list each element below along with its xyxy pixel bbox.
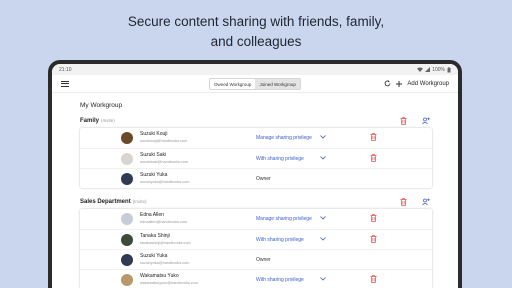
owner-label: Owner bbox=[256, 257, 271, 263]
group-member-card: Edna Allen ednaallen@handbooks.com Manage… bbox=[80, 209, 432, 288]
status-bar: 21:10 100% bbox=[52, 64, 458, 75]
workgroup-tabs: Owned Workgroup Joined Workgroup bbox=[209, 78, 301, 90]
privilege-dropdown[interactable]: With sharing privilege bbox=[256, 237, 304, 243]
avatar bbox=[121, 274, 133, 286]
privilege-dropdown[interactable]: Manage sharing privilege bbox=[256, 135, 312, 141]
group-header: Family (Invite) bbox=[52, 113, 458, 128]
headline: Secure content sharing with friends, fam… bbox=[0, 12, 512, 52]
add-workgroup-button[interactable]: Add Workgroup bbox=[407, 81, 449, 87]
member-email: suzukiouji@handbooks.com bbox=[140, 138, 188, 143]
group-name: Family bbox=[80, 117, 100, 124]
app-bar: Owned Workgroup Joined Workgroup Add Wor… bbox=[52, 75, 458, 93]
member-row: Wakamatsu Yuko wakamatsuyuko@handbooks.c… bbox=[80, 269, 432, 288]
privilege-dropdown[interactable]: Manage sharing privilege bbox=[256, 216, 312, 222]
member-name: Suzuki Yuka bbox=[140, 172, 168, 178]
trash-icon[interactable] bbox=[370, 214, 377, 222]
privilege-dropdown[interactable]: With sharing privilege bbox=[256, 277, 304, 283]
member-email: tanakashinji@handbooks.com bbox=[140, 240, 191, 245]
member-row: Tanaka Shinji tanakashinji@handbooks.com… bbox=[80, 229, 432, 249]
member-row: Suzuki Yuka suzukiyuka@handbooks.com Owne… bbox=[80, 168, 432, 188]
hamburger-icon[interactable] bbox=[61, 80, 69, 87]
member-email: wakamatsuyuko@handbooks.com bbox=[140, 280, 198, 285]
avatar bbox=[121, 173, 133, 185]
headline-line-1: Secure content sharing with friends, fam… bbox=[127, 14, 385, 29]
member-name: Tanaka Shinji bbox=[140, 233, 170, 239]
refresh-icon[interactable] bbox=[384, 80, 391, 87]
signal-icon bbox=[425, 67, 431, 72]
battery-level: 100% bbox=[432, 66, 445, 73]
member-name: Suzuki Kouji bbox=[140, 131, 168, 137]
avatar bbox=[121, 254, 133, 266]
add-person-icon[interactable] bbox=[422, 117, 430, 125]
tablet-frame: 21:10 100% Owned Workgroup Joined Workgr… bbox=[48, 60, 462, 288]
group-name: Sales Department bbox=[80, 198, 131, 205]
battery-icon bbox=[447, 66, 451, 72]
member-row: Edna Allen ednaallen@handbooks.com Manage… bbox=[80, 209, 432, 229]
status-icons: 100% bbox=[417, 67, 451, 73]
member-name: Suzuki Yuka bbox=[140, 253, 168, 259]
app-bar-actions: Add Workgroup bbox=[384, 80, 449, 87]
member-email: suzukisaki@handbooks.com bbox=[140, 159, 189, 164]
avatar bbox=[121, 213, 133, 225]
trash-icon[interactable] bbox=[370, 275, 377, 283]
trash-icon[interactable] bbox=[400, 117, 407, 125]
tab-joined-workgroup[interactable]: Joined Workgroup bbox=[255, 79, 300, 89]
avatar bbox=[121, 234, 133, 246]
invite-link[interactable]: (Invite) bbox=[133, 199, 147, 204]
chevron-down-icon[interactable] bbox=[320, 277, 326, 281]
member-name: Suzuki Saki bbox=[140, 152, 167, 158]
plus-icon[interactable] bbox=[396, 80, 403, 87]
member-email: ednaallen@handbooks.com bbox=[140, 219, 188, 224]
member-name: Wakamatsu Yuko bbox=[140, 273, 179, 279]
chevron-down-icon[interactable] bbox=[320, 237, 326, 241]
chevron-down-icon[interactable] bbox=[320, 216, 326, 220]
owner-label: Owner bbox=[256, 176, 271, 182]
privilege-dropdown[interactable]: With sharing privilege bbox=[256, 156, 304, 162]
chevron-down-icon[interactable] bbox=[320, 135, 326, 139]
member-row: Suzuki Saki suzukisaki@handbooks.com With… bbox=[80, 148, 432, 168]
tab-owned-workgroup[interactable]: Owned Workgroup bbox=[210, 79, 256, 89]
member-row: Suzuki Yuka suzukiyuka@handbooks.com Owne… bbox=[80, 249, 432, 269]
chevron-down-icon[interactable] bbox=[320, 156, 326, 160]
invite-link[interactable]: (Invite) bbox=[101, 118, 115, 123]
trash-icon[interactable] bbox=[400, 198, 407, 206]
avatar bbox=[121, 153, 133, 165]
trash-icon[interactable] bbox=[370, 235, 377, 243]
group-header: Sales Department (Invite) bbox=[52, 194, 458, 209]
workgroup-list: Family (Invite) Suzuki Kouji suzukiouji@… bbox=[52, 113, 458, 288]
headline-line-2: and colleagues bbox=[210, 34, 302, 49]
main-content: My Workgroup Family (Invite) Suzuki Kouj… bbox=[52, 93, 458, 288]
wifi-icon bbox=[417, 67, 424, 72]
member-name: Edna Allen bbox=[140, 212, 164, 218]
member-email: suzukiyuka@handbooks.com bbox=[140, 260, 190, 265]
app-screen: 21:10 100% Owned Workgroup Joined Workgr… bbox=[52, 64, 458, 288]
member-email: suzukiyuka@handbooks.com bbox=[140, 179, 190, 184]
page-title: My Workgroup bbox=[80, 102, 123, 109]
group-member-card: Suzuki Kouji suzukiouji@handbooks.com Man… bbox=[80, 128, 432, 188]
member-row: Suzuki Kouji suzukiouji@handbooks.com Man… bbox=[80, 128, 432, 148]
trash-icon[interactable] bbox=[370, 133, 377, 141]
trash-icon[interactable] bbox=[370, 154, 377, 162]
status-time: 21:10 bbox=[59, 66, 72, 73]
avatar bbox=[121, 132, 133, 144]
add-person-icon[interactable] bbox=[422, 198, 430, 206]
